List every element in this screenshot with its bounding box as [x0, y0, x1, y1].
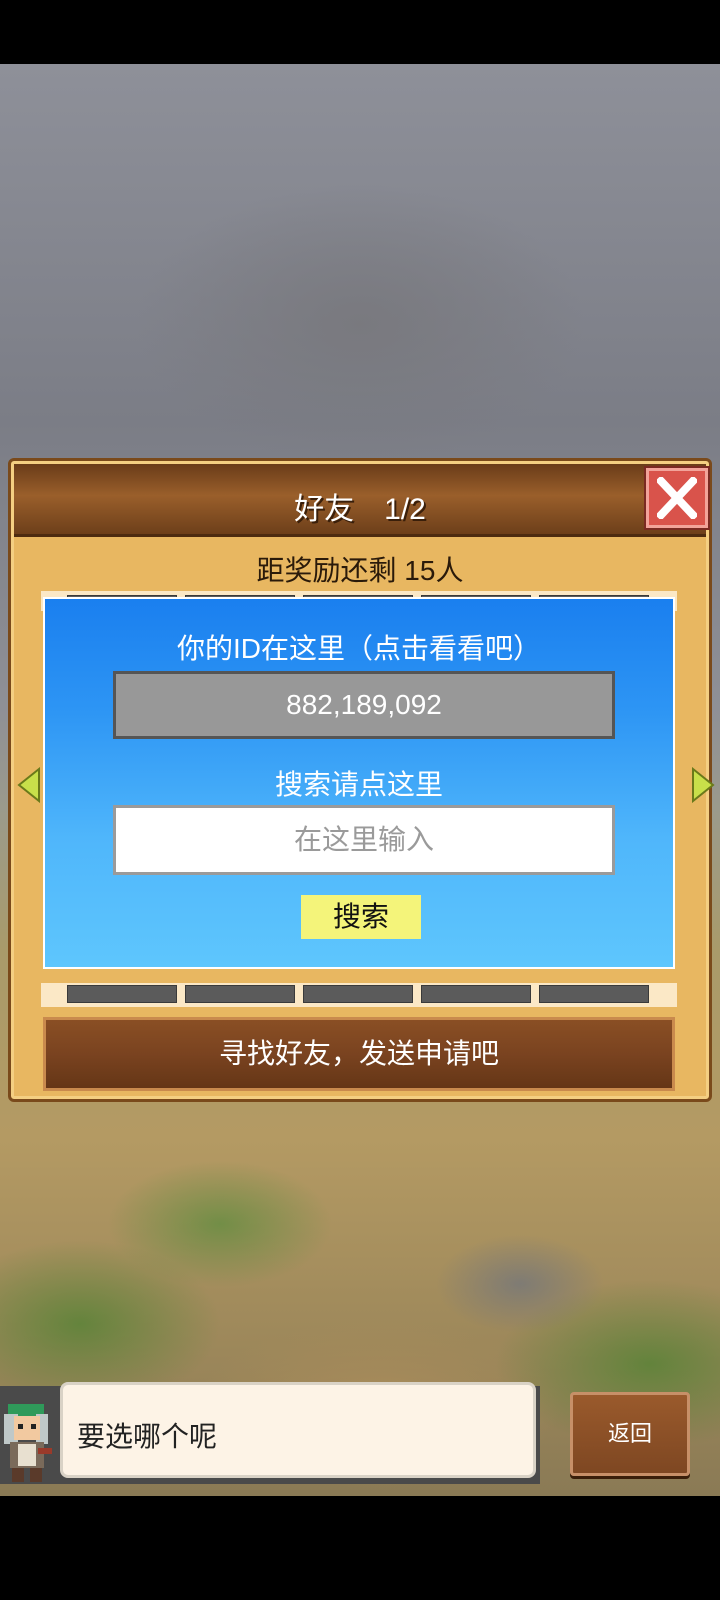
- dialog-title-bar: 好友 1/2: [14, 464, 708, 537]
- tab-marker: [539, 985, 649, 1003]
- speech-text: 要选哪个呢: [77, 1421, 218, 1452]
- find-friends-button[interactable]: 寻找好友，发送申请吧: [43, 1017, 675, 1091]
- bottom-tab-strip: [41, 983, 677, 1007]
- friends-dialog: 好友 1/2 距奖励还剩 15人 你的ID在这里（点击看看吧） 882,189,…: [8, 458, 715, 1102]
- your-id-label[interactable]: 你的ID在这里（点击看看吧）: [45, 627, 673, 667]
- close-button[interactable]: [646, 468, 708, 528]
- character-avatar: [4, 1404, 52, 1482]
- tab-marker: [185, 985, 295, 1003]
- dialog-title: 好友 1/2: [294, 493, 426, 526]
- arrow-left-icon[interactable]: [17, 767, 41, 803]
- tab-marker: [303, 985, 413, 1003]
- search-label: 搜索请点这里: [274, 769, 443, 800]
- message-bar: 要选哪个呢: [0, 1382, 540, 1488]
- back-button[interactable]: 返回: [570, 1392, 690, 1476]
- close-icon: [657, 477, 697, 519]
- tab-marker: [421, 985, 531, 1003]
- search-input[interactable]: [113, 805, 615, 875]
- your-id-field[interactable]: 882,189,092: [113, 671, 615, 739]
- search-button[interactable]: 搜索: [301, 895, 421, 939]
- reward-progress-text: 距奖励还剩 15人: [256, 555, 464, 586]
- friend-search-panel: 你的ID在这里（点击看看吧） 882,189,092 搜索请点这里 搜索: [43, 597, 675, 969]
- speech-bubble: 要选哪个呢: [60, 1382, 536, 1478]
- tab-marker: [67, 985, 177, 1003]
- arrow-right-icon[interactable]: [691, 767, 715, 803]
